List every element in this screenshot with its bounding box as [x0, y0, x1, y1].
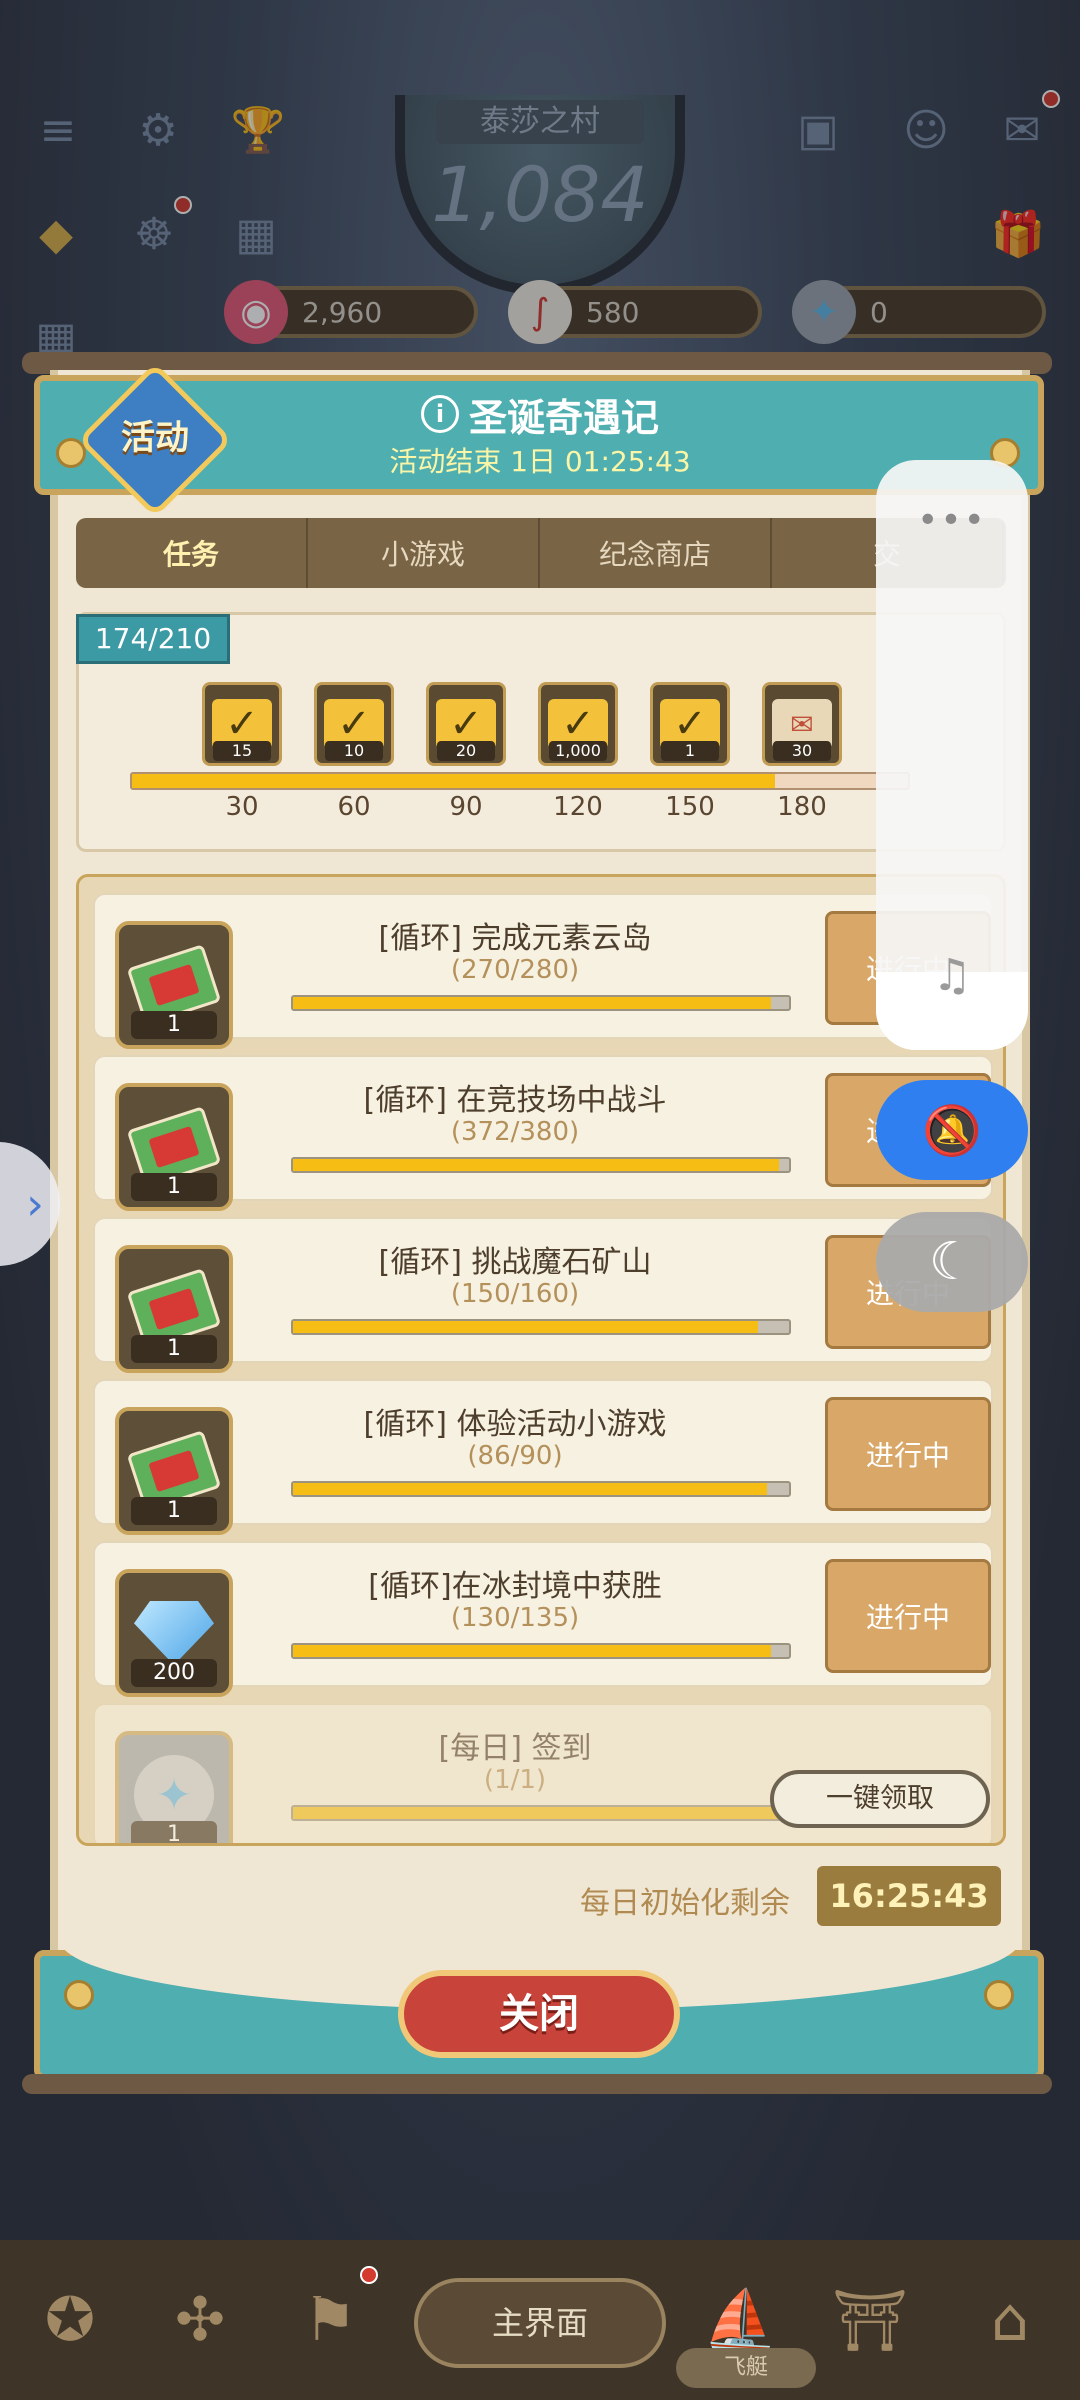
reward-star-coin[interactable]: ✦ 1 — [115, 1731, 233, 1843]
task-progress-fill — [293, 1321, 758, 1333]
task-title: [循环] 完成元素云岛 — [378, 921, 652, 956]
reward-qty: 1 — [131, 1173, 217, 1201]
daily-reset-time: 16:25:43 — [817, 1866, 1001, 1926]
task-progress-fill — [293, 1483, 768, 1495]
task-progress-fill — [293, 1645, 771, 1657]
task-row: 1 [循环] 完成元素云岛 (270/280) 进行中 — [93, 893, 993, 1049]
moon-icon[interactable]: ☾ — [876, 1212, 1028, 1312]
event-tabs: 任务 小游戏 纪念商店 交 — [76, 518, 1006, 588]
task-title: [循环] 挑战魔石矿山 — [378, 1245, 652, 1280]
task-count: (130/135) — [450, 1603, 580, 1633]
milestone-qty: 20 — [437, 741, 495, 761]
task-status-button[interactable]: 进行中 — [825, 1397, 991, 1511]
task-progress-fill — [293, 1807, 789, 1819]
reward-gem[interactable]: 200 — [115, 1569, 233, 1697]
task-row: 1 [循环] 在竞技场中战斗 (372/380) 进行中 — [93, 1055, 993, 1211]
rivet — [56, 438, 86, 468]
tab-tasks[interactable]: 任务 — [76, 518, 308, 588]
more-options-icon[interactable]: ••• — [876, 500, 1028, 541]
task-progress-bar — [291, 1319, 791, 1335]
gem-icon — [134, 1601, 214, 1665]
event-timer: 活动结束 1日 01:25:43 — [389, 445, 691, 478]
tab-souvenir-shop[interactable]: 纪念商店 — [540, 518, 772, 588]
reward-ticket[interactable]: 1 — [115, 921, 233, 1049]
daily-reset-label: 每日初始化剩余 — [580, 1886, 790, 1921]
reward-qty: 1 — [131, 1335, 217, 1363]
milestone-qty: 1 — [661, 741, 719, 761]
claim-all-button[interactable]: 一键领取 — [770, 1770, 990, 1828]
milestone-label: 90 — [449, 792, 483, 822]
milestone-label: 30 — [225, 792, 259, 822]
milestone-progress-bar — [130, 772, 910, 790]
milestone-reward[interactable]: ✉ 30 — [762, 682, 842, 766]
reward-ticket[interactable]: 1 — [115, 1245, 233, 1373]
reward-qty: 1 — [131, 1821, 217, 1843]
task-title: [循环] 体验活动小游戏 — [363, 1407, 667, 1442]
milestone-label: 120 — [553, 792, 603, 822]
task-count: (86/90) — [467, 1441, 563, 1471]
airship-label: 飞艇 — [676, 2348, 816, 2388]
milestone-reward[interactable]: ✓ 20 — [426, 682, 506, 766]
milestone-label: 60 — [337, 792, 371, 822]
task-count: (150/160) — [450, 1279, 580, 1309]
milestone-qty: 15 — [213, 741, 271, 761]
system-volume-panel[interactable]: ••• ♫ — [876, 460, 1028, 1050]
gate-icon[interactable]: ⛩ — [820, 2270, 920, 2370]
shop-icon[interactable]: ⌂ — [960, 2270, 1060, 2370]
rivet — [64, 1980, 94, 2010]
task-row: 1 [循环] 体验活动小游戏 (86/90) 进行中 — [93, 1379, 993, 1535]
event-badge-label: 活动 — [121, 418, 189, 458]
event-title[interactable]: i 圣诞奇遇记 — [400, 388, 680, 440]
close-button[interactable]: 关闭 — [398, 1970, 680, 2058]
task-title: [循环]在冰封境中获胜 — [368, 1569, 662, 1604]
milestone-reward[interactable]: ✓ 1 — [650, 682, 730, 766]
milestone-progress: 174/210 — [76, 614, 230, 664]
rivet — [984, 1980, 1014, 2010]
dialog-bottom-rail — [22, 2074, 1052, 2094]
task-progress-bar — [291, 1157, 791, 1173]
task-count: (270/280) — [450, 955, 580, 985]
milestone-progress-fill — [132, 774, 776, 788]
task-progress-bar — [291, 1805, 791, 1821]
task-title: [每日] 签到 — [438, 1731, 592, 1766]
task-progress-bar — [291, 1481, 791, 1497]
milestone-label: 180 — [777, 792, 827, 822]
milestone-label: 150 — [665, 792, 715, 822]
reward-ticket[interactable]: 1 — [115, 1407, 233, 1535]
reward-qty: 200 — [131, 1659, 217, 1687]
task-progress-bar — [291, 1643, 791, 1659]
main-screen-button[interactable]: 主界面 — [414, 2278, 666, 2368]
task-count: (372/380) — [450, 1117, 580, 1147]
task-progress-fill — [293, 997, 772, 1009]
task-row: 1 [循环] 挑战魔石矿山 (150/160) 进行中 — [93, 1217, 993, 1373]
reward-ticket[interactable]: 1 — [115, 1083, 233, 1211]
task-count: (1/1) — [483, 1765, 547, 1795]
milestone-reward[interactable]: ✓ 10 — [314, 682, 394, 766]
event-title-text: 圣诞奇遇记 — [468, 395, 659, 440]
propeller-icon[interactable]: ✣ — [150, 2270, 250, 2370]
reward-qty: 1 — [131, 1011, 217, 1039]
banner-icon[interactable]: ⚑ — [280, 2270, 380, 2370]
music-note-icon: ♫ — [932, 950, 972, 1001]
milestone-qty: 1,000 — [549, 741, 607, 761]
reward-qty: 1 — [131, 1497, 217, 1525]
task-title: [循环] 在竞技场中战斗 — [363, 1083, 667, 1118]
task-progress-fill — [293, 1159, 779, 1171]
tab-minigames[interactable]: 小游戏 — [308, 518, 540, 588]
task-status-button[interactable]: 进行中 — [825, 1559, 991, 1673]
milestone-reward[interactable]: ✓ 15 — [202, 682, 282, 766]
milestone-reward[interactable]: ✓ 1,000 — [538, 682, 618, 766]
task-progress-bar — [291, 995, 791, 1011]
info-icon[interactable]: i — [420, 395, 459, 433]
notification-dot — [360, 2266, 378, 2284]
ship-wheel-icon[interactable]: ✪ — [20, 2270, 120, 2370]
milestone-qty: 10 — [325, 741, 383, 761]
task-list[interactable]: 1 [循环] 完成元素云岛 (270/280) 进行中 1 [循环] 在竞技场中… — [76, 874, 1006, 1846]
task-row: 200 [循环]在冰封境中获胜 (130/135) 进行中 — [93, 1541, 993, 1697]
milestone-qty: 30 — [773, 741, 831, 761]
mute-bell-icon[interactable]: 🔕 — [876, 1080, 1028, 1180]
